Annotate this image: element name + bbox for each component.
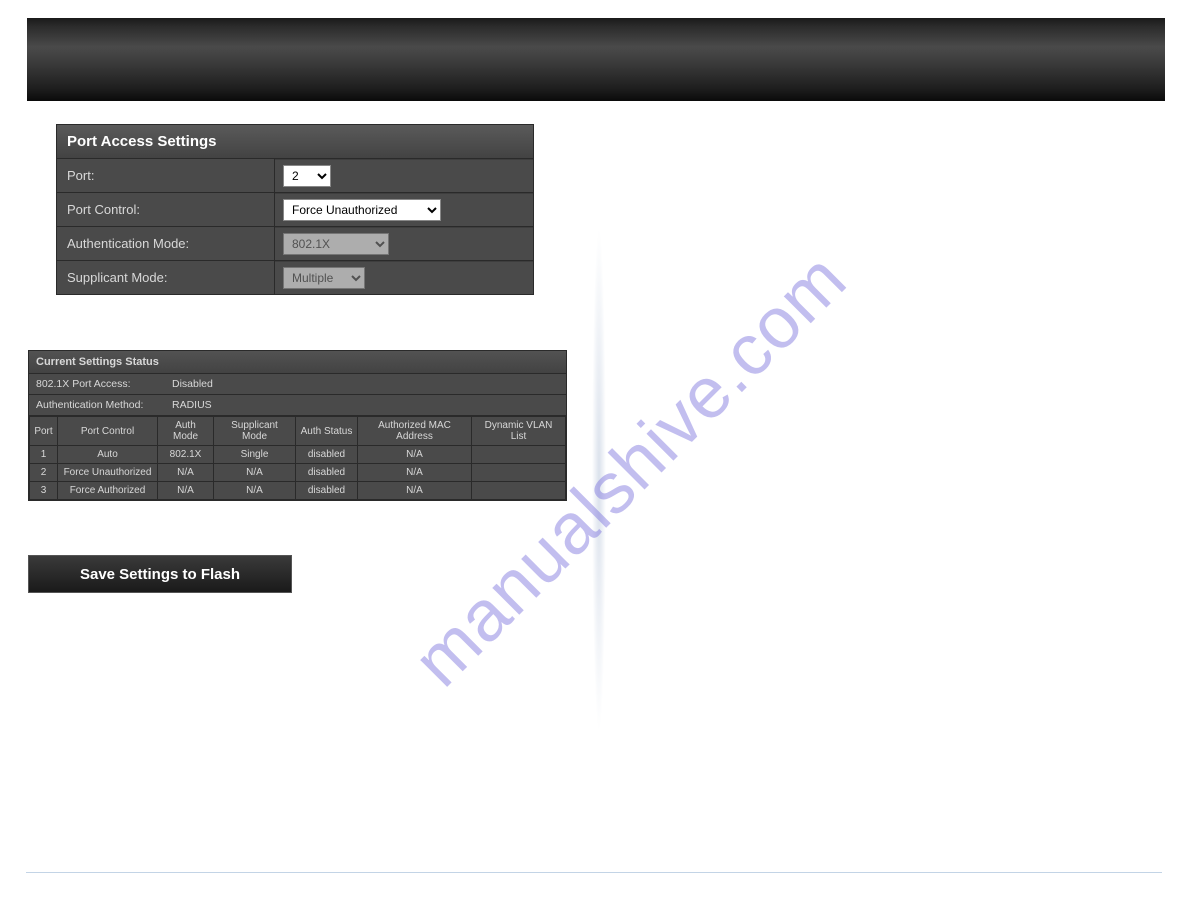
cell-port: 3: [30, 482, 58, 500]
cell-port: 2: [30, 464, 58, 482]
table-row: 2Force UnauthorizedN/AN/AdisabledN/A: [30, 464, 566, 482]
status-label-access: 802.1X Port Access:: [29, 374, 165, 394]
setting-row-port-control: Port Control: Force Unauthorized: [57, 193, 533, 227]
cell-supp: Single: [214, 446, 296, 464]
status-title: Current Settings Status: [29, 351, 566, 374]
cell-control: Auto: [58, 446, 158, 464]
th-port: Port: [30, 417, 58, 446]
port-control-select[interactable]: Force Unauthorized: [283, 199, 441, 221]
cell-supp: N/A: [214, 464, 296, 482]
status-row-access: 802.1X Port Access: Disabled: [29, 374, 566, 395]
th-vlan: Dynamic VLAN List: [472, 417, 566, 446]
cell-astat: disabled: [296, 464, 358, 482]
label-auth-mode: Authentication Mode:: [57, 227, 275, 260]
cell-vlan: [472, 482, 566, 500]
page-glow: [589, 120, 609, 840]
cell-control: Force Authorized: [58, 482, 158, 500]
port-access-settings-panel: Port Access Settings Port: 2 Port Contro…: [56, 124, 534, 295]
setting-row-port: Port: 2: [57, 159, 533, 193]
header-bar: [27, 18, 1165, 101]
auth-mode-select: 802.1X: [283, 233, 389, 255]
cell-astat: disabled: [296, 446, 358, 464]
cell-vlan: [472, 464, 566, 482]
cell-auth: N/A: [158, 482, 214, 500]
th-mac: Authorized MAC Address: [358, 417, 472, 446]
status-value-access: Disabled: [165, 374, 566, 394]
status-value-method: RADIUS: [165, 395, 566, 415]
th-supp: Supplicant Mode: [214, 417, 296, 446]
th-control: Port Control: [58, 417, 158, 446]
setting-row-supplicant-mode: Supplicant Mode: Multiple: [57, 261, 533, 294]
cell-port: 1: [30, 446, 58, 464]
table-header-row: Port Port Control Auth Mode Supplicant M…: [30, 417, 566, 446]
panel-title: Port Access Settings: [57, 125, 533, 159]
th-auth: Auth Mode: [158, 417, 214, 446]
status-table-body: 1Auto802.1XSingledisabledN/A2Force Unaut…: [30, 446, 566, 500]
current-settings-status-panel: Current Settings Status 802.1X Port Acce…: [28, 350, 567, 501]
footer-divider: [26, 872, 1162, 873]
cell-supp: N/A: [214, 482, 296, 500]
cell-auth: N/A: [158, 464, 214, 482]
status-label-method: Authentication Method:: [29, 395, 165, 415]
th-astat: Auth Status: [296, 417, 358, 446]
cell-auth: 802.1X: [158, 446, 214, 464]
label-supplicant-mode: Supplicant Mode:: [57, 261, 275, 294]
supplicant-mode-select: Multiple: [283, 267, 365, 289]
table-row: 1Auto802.1XSingledisabledN/A: [30, 446, 566, 464]
table-row: 3Force AuthorizedN/AN/AdisabledN/A: [30, 482, 566, 500]
label-port: Port:: [57, 159, 275, 192]
status-table: Port Port Control Auth Mode Supplicant M…: [29, 416, 566, 500]
save-settings-button[interactable]: Save Settings to Flash: [28, 555, 292, 593]
cell-mac: N/A: [358, 446, 472, 464]
setting-row-auth-mode: Authentication Mode: 802.1X: [57, 227, 533, 261]
cell-vlan: [472, 446, 566, 464]
port-select[interactable]: 2: [283, 165, 331, 187]
cell-astat: disabled: [296, 482, 358, 500]
label-port-control: Port Control:: [57, 193, 275, 226]
cell-mac: N/A: [358, 464, 472, 482]
cell-mac: N/A: [358, 482, 472, 500]
status-row-method: Authentication Method: RADIUS: [29, 395, 566, 416]
cell-control: Force Unauthorized: [58, 464, 158, 482]
